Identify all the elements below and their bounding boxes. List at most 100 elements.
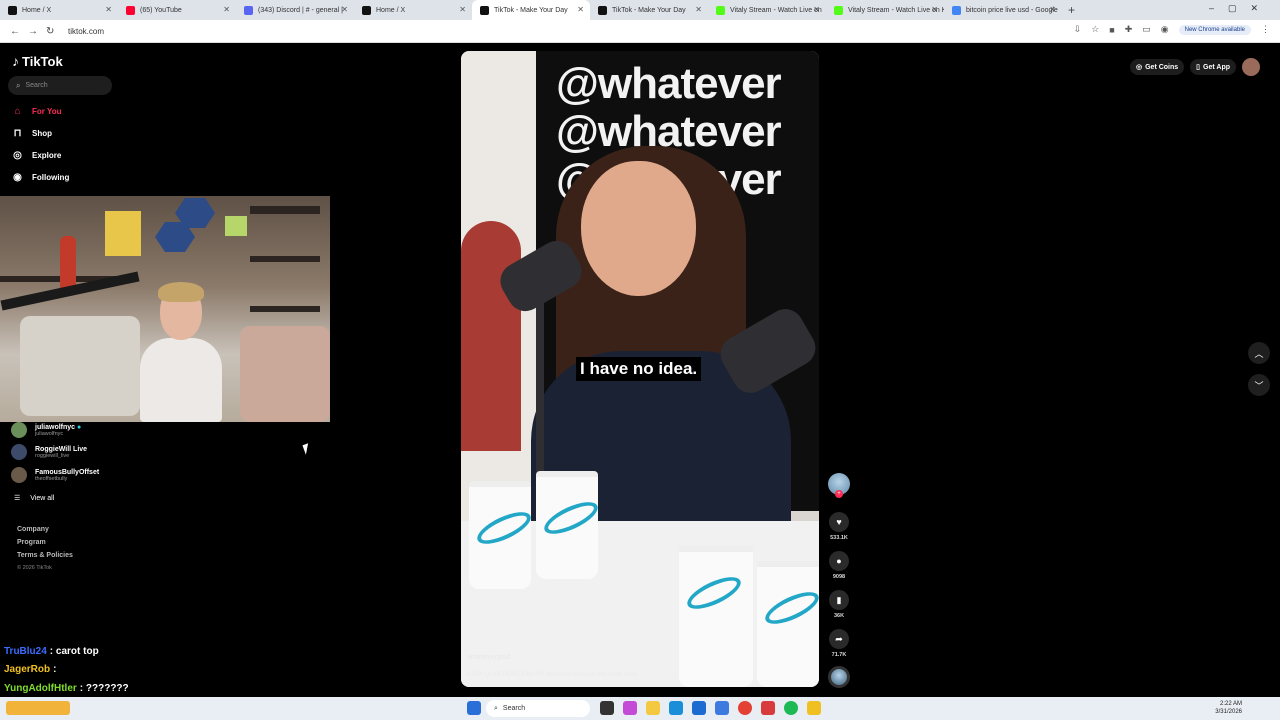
store-icon[interactable] — [692, 701, 706, 715]
windows-start-icon[interactable] — [467, 701, 481, 715]
url-field[interactable]: tiktok.com — [68, 27, 104, 36]
app-icon[interactable] — [761, 701, 775, 715]
clock[interactable]: 2:22 AM 3/31/2026 — [1215, 700, 1242, 716]
taskbar-search[interactable]: ⌕ Search — [486, 700, 590, 717]
browser-tab[interactable]: TikTok - Make Your Day ✕ — [472, 0, 590, 20]
close-icon[interactable]: ✕ — [577, 5, 584, 14]
puzzle-icon[interactable]: ✚ — [1125, 24, 1133, 35]
tiktok-logo[interactable]: ♪ TikTok — [12, 53, 63, 69]
sidebar-item-following[interactable]: ◉ Following — [11, 171, 69, 184]
video-description: EASY QUESTIONS FAIL?!?! Whatever Podcast… — [467, 672, 638, 678]
back-icon[interactable]: ← — [10, 26, 20, 37]
view-all-following[interactable]: ☰ View all — [14, 494, 54, 503]
footer-link[interactable]: Terms & Policies — [17, 552, 73, 559]
music-disc-icon[interactable] — [828, 666, 850, 688]
close-icon[interactable]: ✕ — [105, 5, 112, 14]
chat-username: YungAdolfHtler — [4, 683, 77, 694]
tab-title: TikTok - Make Your Day — [494, 6, 568, 14]
browser-tab-bar: Home / X ✕ (65) YouTube ✕ (343) Discord | # … — [0, 0, 1280, 20]
app-icon[interactable] — [807, 701, 821, 715]
chevron-down-icon: ﹀ — [1254, 380, 1264, 391]
sidebar-item-explore[interactable]: ◎ Explore — [11, 149, 61, 162]
browser-tab[interactable]: (65) YouTube ✕ — [118, 0, 236, 20]
taskbar-widget[interactable] — [6, 701, 70, 715]
address-bar-tools: ⇩ ☆ ■ ✚ ▭ ◉ New Chrome available ⋮ — [1074, 24, 1270, 35]
menu-dots-icon[interactable]: ⋮ — [1261, 24, 1270, 35]
profile-icon[interactable]: ◉ — [1161, 24, 1169, 35]
sidebar-item-label: For You — [32, 107, 62, 116]
sidebar-item-for-you[interactable]: ⌂ For You — [11, 105, 61, 118]
chat-text: : — [53, 664, 57, 675]
phone-icon: ▯ — [1196, 64, 1201, 71]
comment-icon: ● — [829, 551, 849, 571]
tab-favicon-icon — [834, 5, 843, 15]
reload-icon[interactable]: ↻ — [46, 26, 54, 37]
footer-link[interactable]: Company — [17, 526, 49, 533]
save-action[interactable]: ▮ 36K — [826, 590, 852, 619]
mouse-cursor — [302, 443, 312, 455]
close-icon[interactable]: ✕ — [695, 5, 702, 14]
comment-action[interactable]: ● 9098 — [826, 551, 852, 580]
close-icon[interactable]: ✕ — [459, 5, 466, 14]
clock-time: 2:22 AM — [1219, 701, 1242, 707]
browser-tab[interactable]: Vitaly Stream - Watch Live on K ✕ — [826, 0, 944, 20]
file-explorer-icon[interactable] — [646, 701, 660, 715]
account-handle: juliawolfnyc — [35, 430, 64, 437]
shop-bag-icon: ⊓ — [13, 128, 22, 139]
browser-tab[interactable]: bitcoin price live usd - Google ✕ — [944, 0, 1062, 20]
close-icon[interactable]: ✕ — [1049, 5, 1056, 14]
chat-message: YungAdolfHtler: ??????? — [4, 683, 129, 694]
browser-tab[interactable]: Home / X ✕ — [0, 0, 118, 20]
video-player[interactable]: @whatever @whatever @whatever I have no … — [461, 51, 819, 687]
forward-icon[interactable]: → — [28, 26, 38, 37]
follow-plus-icon[interactable]: + — [835, 490, 843, 498]
new-tab-icon[interactable]: + — [1068, 3, 1075, 17]
following-account[interactable]: FamousBullyOffset theoffsetbully — [11, 467, 99, 483]
get-app-button[interactable]: ▯ Get App — [1190, 59, 1236, 75]
footer-link[interactable]: Program — [17, 539, 46, 546]
edge-icon[interactable] — [669, 701, 683, 715]
browser-tab[interactable]: Vitaly Stream - Watch Live on ✕ — [708, 0, 826, 20]
video-caption: I have no idea. — [576, 357, 702, 381]
extension-icon[interactable]: ■ — [1109, 25, 1114, 35]
browser-tab[interactable]: Home / X ✕ — [354, 0, 472, 20]
sidepanel-icon[interactable]: ▭ — [1142, 24, 1151, 35]
window-controls[interactable]: –▢✕ — [1209, 3, 1272, 14]
browser-tab[interactable]: (343) Discord | # - general | ✕ — [236, 0, 354, 20]
like-action[interactable]: ♥ 533.1K — [826, 512, 852, 541]
share-count: 71.7K — [831, 652, 847, 658]
chrome-icon[interactable] — [738, 701, 752, 715]
browser-tab[interactable]: TikTok - Make Your Day ✕ — [590, 0, 708, 20]
top-right-bar: ◎ Get Coins ▯ Get App — [1130, 58, 1260, 76]
next-video-button[interactable]: ﹀ — [1248, 374, 1270, 396]
avatar — [11, 467, 27, 483]
close-icon[interactable]: ✕ — [223, 5, 230, 14]
following-account[interactable]: RoggieWill Live roggiewill_live — [11, 444, 87, 460]
search-icon: ⌕ — [494, 704, 498, 712]
user-avatar[interactable] — [1242, 58, 1260, 76]
previous-video-button[interactable]: ︿ — [1248, 342, 1270, 364]
video-username[interactable]: whateverpod — [467, 654, 510, 661]
new-chrome-button[interactable]: New Chrome available — [1178, 24, 1251, 35]
copilot-icon[interactable] — [623, 701, 637, 715]
sidebar-item-label: Shop — [32, 129, 52, 138]
task-view-icon[interactable] — [600, 701, 614, 715]
sidebar-item-shop[interactable]: ⊓ Shop — [11, 127, 52, 140]
bookmark-star-icon[interactable]: ☆ — [1091, 24, 1099, 35]
tab-favicon-icon — [362, 5, 371, 15]
clock-date: 3/31/2026 — [1215, 709, 1242, 715]
spotify-icon[interactable] — [784, 701, 798, 715]
chat-message: TruBlu24: carot top — [4, 646, 99, 657]
app-icon[interactable] — [715, 701, 729, 715]
get-coins-button[interactable]: ◎ Get Coins — [1130, 59, 1185, 75]
share-action[interactable]: ➦ 71.7K — [826, 629, 852, 658]
install-icon[interactable]: ⇩ — [1074, 24, 1082, 35]
following-account[interactable]: juliawolfnyc ● juliawolfnyc — [11, 422, 81, 438]
tab-title: Home / X — [376, 6, 406, 14]
close-icon[interactable]: ✕ — [813, 5, 820, 14]
close-icon[interactable]: ✕ — [931, 5, 938, 14]
close-icon[interactable]: ✕ — [341, 5, 348, 14]
tab-title: Vitaly Stream - Watch Live on — [730, 6, 822, 14]
search-input[interactable]: ⌕ Search — [8, 76, 112, 95]
streamer-webcam — [0, 196, 330, 422]
